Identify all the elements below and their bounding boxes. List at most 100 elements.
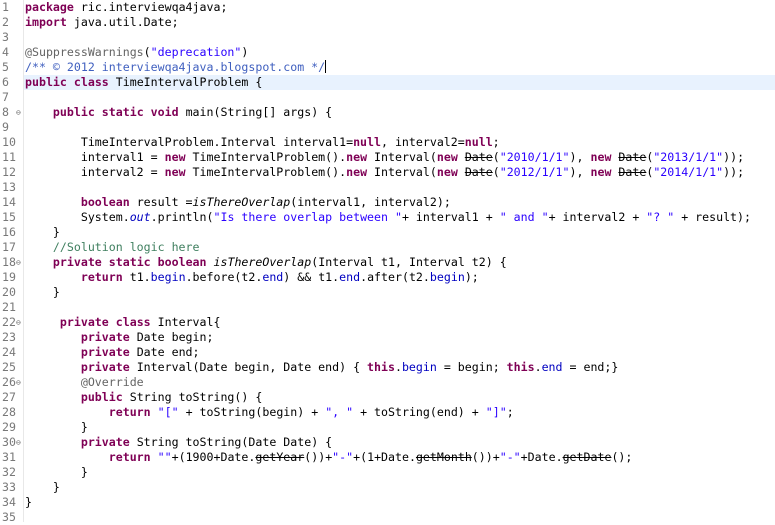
line-number: 16: [0, 225, 23, 240]
code-line[interactable]: private static boolean isThereOverlap(In…: [24, 255, 775, 270]
code-line[interactable]: System.out.println("Is there overlap bet…: [24, 210, 775, 225]
code-line[interactable]: //Solution logic here: [24, 240, 775, 255]
line-number-label: 8: [2, 105, 9, 119]
line-number-label: 30: [2, 435, 16, 449]
line-number: 12: [0, 165, 23, 180]
fold-toggle-icon[interactable]: ⊖: [16, 315, 21, 330]
line-number: 11: [0, 150, 23, 165]
line-number-label: 23: [2, 330, 16, 344]
fold-toggle-icon[interactable]: ⊖: [16, 375, 21, 390]
line-number-label: 32: [2, 465, 16, 479]
code-line[interactable]: }: [24, 225, 775, 240]
code-line[interactable]: interval2 = new TimeIntervalProblem().ne…: [24, 165, 775, 180]
line-number-label: 26: [2, 375, 16, 389]
fold-toggle-icon[interactable]: ⊖: [16, 105, 21, 120]
line-number: 9: [0, 120, 23, 135]
code-line[interactable]: [24, 90, 775, 105]
code-line[interactable]: @Override: [24, 375, 775, 390]
code-line[interactable]: public String toString() {: [24, 390, 775, 405]
line-number: 18 ⊖: [0, 255, 23, 270]
code-line[interactable]: return "[" + toString(begin) + ", " + to…: [24, 405, 775, 420]
fold-toggle-icon[interactable]: ⊖: [16, 255, 21, 270]
line-number: 2: [0, 15, 23, 30]
line-number: 32: [0, 465, 23, 480]
code-line[interactable]: [24, 180, 775, 195]
line-number: 28: [0, 405, 23, 420]
line-number: 14: [0, 195, 23, 210]
line-number: 19: [0, 270, 23, 285]
code-line[interactable]: /** © 2012 interviewqa4java.blogspot.com…: [24, 60, 775, 75]
line-number: 25: [0, 360, 23, 375]
code-line[interactable]: TimeIntervalProblem.Interval interval1=n…: [24, 135, 775, 150]
line-number: 33: [0, 480, 23, 495]
code-line[interactable]: return t1.begin.before(t2.end) && t1.end…: [24, 270, 775, 285]
code-line[interactable]: [24, 120, 775, 135]
line-number: 10: [0, 135, 23, 150]
line-number-label: 14: [2, 195, 16, 209]
code-line[interactable]: }: [24, 465, 775, 480]
line-number: 23: [0, 330, 23, 345]
code-line[interactable]: }: [24, 480, 775, 495]
line-number: 1: [0, 0, 23, 15]
code-line[interactable]: public class TimeIntervalProblem {: [24, 75, 775, 90]
line-number-label: 29: [2, 420, 16, 434]
code-line[interactable]: import java.util.Date;: [24, 15, 775, 30]
fold-toggle-icon[interactable]: ⊖: [16, 435, 21, 450]
line-number-label: 11: [2, 150, 16, 164]
line-number-label: 33: [2, 480, 16, 494]
line-number-label: 27: [2, 390, 16, 404]
line-number: 35: [0, 510, 23, 525]
line-number-label: 34: [2, 495, 16, 509]
code-line[interactable]: package ric.interviewqa4java;: [24, 0, 775, 15]
text-cursor: [325, 60, 327, 73]
code-line[interactable]: [24, 30, 775, 45]
code-line[interactable]: interval1 = new TimeIntervalProblem().ne…: [24, 150, 775, 165]
code-editor[interactable]: 1 2 3 4 5 6 7 8 ⊖ 9 10 11 12 13 14 15 16 17 18 ⊖ 19 20 21 22 ⊖ 23…: [0, 0, 775, 525]
line-number-label: 22: [2, 315, 16, 329]
line-number-label: 7: [2, 90, 9, 104]
line-number-label: 24: [2, 345, 16, 359]
line-number-label: 2: [2, 15, 9, 29]
line-number: 29: [0, 420, 23, 435]
line-number: 21: [0, 300, 23, 315]
code-line[interactable]: private String toString(Date Date) {: [24, 435, 775, 450]
line-number-label: 6: [2, 75, 9, 89]
line-number-label: 21: [2, 300, 16, 314]
code-area[interactable]: package ric.interviewqa4java; import java…: [24, 0, 775, 522]
line-number-label: 1: [2, 0, 9, 14]
line-number-label: 5: [2, 60, 9, 74]
code-line[interactable]: private Date begin;: [24, 330, 775, 345]
code-line[interactable]: }: [24, 420, 775, 435]
code-line[interactable]: public static void main(String[] args) {: [24, 105, 775, 120]
line-number: 26 ⊖: [0, 375, 23, 390]
code-line[interactable]: private class Interval{: [24, 315, 775, 330]
line-number: 6: [0, 75, 23, 90]
line-number-label: 25: [2, 360, 16, 374]
line-number-label: 18: [2, 255, 16, 269]
line-number: 7: [0, 90, 23, 105]
code-line[interactable]: }: [24, 285, 775, 300]
line-number: 22 ⊖: [0, 315, 23, 330]
line-number: 13: [0, 180, 23, 195]
code-line[interactable]: [24, 510, 775, 525]
line-number-label: 4: [2, 45, 9, 59]
line-number: 4: [0, 45, 23, 60]
code-line[interactable]: @SuppressWarnings("deprecation"): [24, 45, 775, 60]
line-number-label: 20: [2, 285, 16, 299]
code-line[interactable]: private Date end;: [24, 345, 775, 360]
line-number: 30 ⊖: [0, 435, 23, 450]
line-number-label: 12: [2, 165, 16, 179]
code-line[interactable]: return ""+(1900+Date.getYear())+"-"+(1+D…: [24, 450, 775, 465]
code-line[interactable]: [24, 300, 775, 315]
line-number-label: 17: [2, 240, 16, 254]
line-number-label: 15: [2, 210, 16, 224]
line-number: 8 ⊖: [0, 105, 23, 120]
code-line[interactable]: private Interval(Date begin, Date end) {…: [24, 360, 775, 375]
code-line[interactable]: boolean result =isThereOverlap(interval1…: [24, 195, 775, 210]
line-number: 31: [0, 450, 23, 465]
line-number-label: 10: [2, 135, 16, 149]
line-number: 17: [0, 240, 23, 255]
code-line[interactable]: }: [24, 495, 775, 510]
line-number: 20: [0, 285, 23, 300]
line-number: 3: [0, 30, 23, 45]
